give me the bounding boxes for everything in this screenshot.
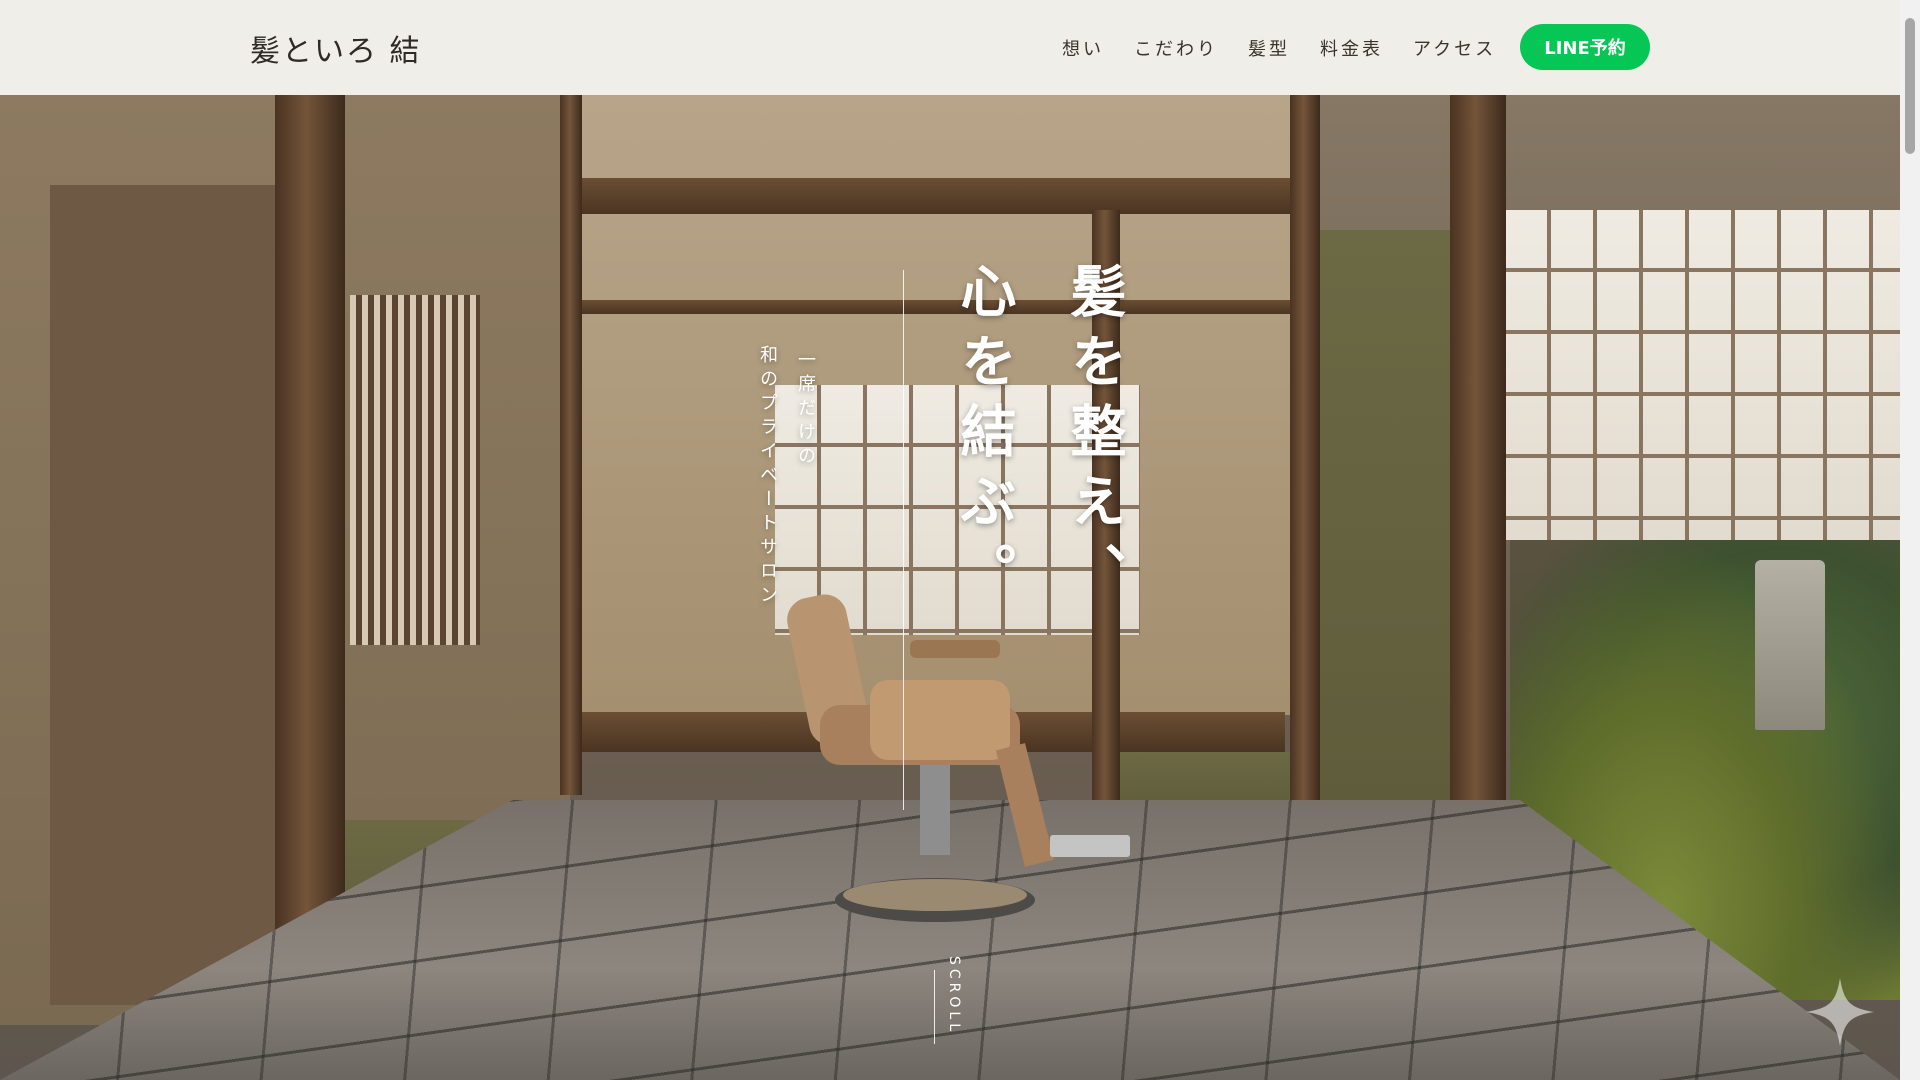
page-scrollbar[interactable] — [1900, 0, 1920, 1080]
hero-shoji-window — [1505, 210, 1900, 540]
hero-lattice-window — [350, 295, 480, 645]
site-logo[interactable]: 髪といろ 結 — [250, 26, 422, 70]
site-header: 髪といろ 結 想い こだわり 髪型 料金表 アクセス LINE予約 — [0, 0, 1900, 95]
main-nav: 想い こだわり 髪型 料金表 アクセス — [1062, 0, 1496, 95]
scroll-indicator-label[interactable]: SCROLL — [946, 956, 962, 1035]
nav-link-omoi[interactable]: 想い — [1062, 35, 1104, 61]
hero-image — [0, 0, 1900, 1080]
sparkle-icon — [1806, 978, 1874, 1046]
hero-post — [1290, 95, 1320, 815]
hero-divider-line — [903, 270, 904, 810]
scrollbar-thumb[interactable] — [1905, 18, 1915, 154]
nav-link-kodawari[interactable]: こだわり — [1134, 35, 1218, 61]
hero-left-doorway — [50, 185, 280, 1005]
hero-stone-lantern — [1755, 560, 1825, 730]
line-reservation-button[interactable]: LINE予約 — [1520, 24, 1650, 70]
hero-ceiling-beam — [570, 178, 1290, 214]
nav-link-pricing[interactable]: 料金表 — [1320, 35, 1383, 61]
hero-post — [560, 95, 582, 795]
scroll-indicator-line — [934, 970, 935, 1044]
hero-barber-chair — [787, 594, 1130, 922]
hero-subtitle-line-2: 和のプライベートサロン — [757, 345, 778, 609]
hero-subtitle-line-1: 一席だけの — [795, 350, 816, 470]
hero-headline-line-1: 髪を整え、 — [1061, 262, 1127, 612]
nav-link-access[interactable]: アクセス — [1413, 35, 1496, 61]
hero-ceiling-beam — [570, 300, 1290, 314]
hero-right-wall — [1320, 230, 1450, 810]
hero-headline-line-2: 心を結ぶ。 — [951, 262, 1017, 612]
nav-link-hairstyles[interactable]: 髪型 — [1248, 35, 1290, 61]
hero-post — [275, 95, 345, 1005]
